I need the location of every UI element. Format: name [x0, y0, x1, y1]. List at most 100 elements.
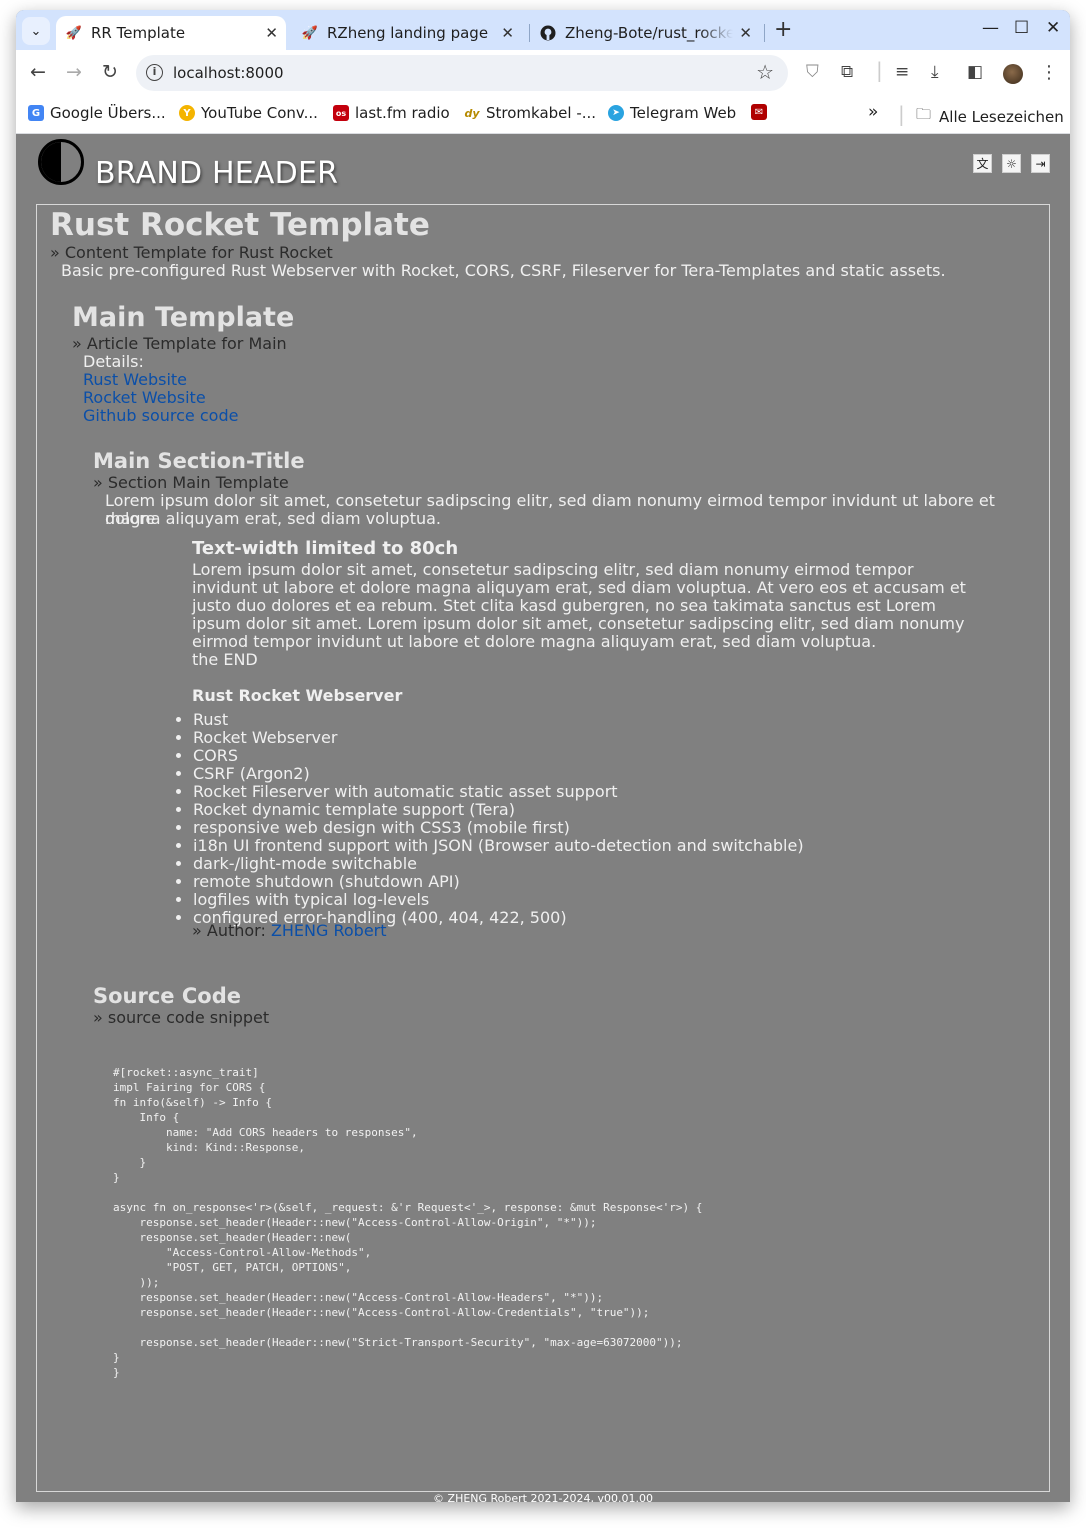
close-window-button[interactable]: ✕ [1046, 18, 1060, 38]
section-paragraph-line: magna aliquyam erat, sed diam voluptua. [105, 509, 441, 528]
all-bookmarks-button[interactable]: 🗀 Alle Lesezeichen [916, 104, 1064, 129]
source-code-title: Source Code [93, 984, 241, 1008]
minimize-button[interactable]: — [982, 18, 999, 38]
browser-toolbar: ← → ↻ i localhost:8000 ☆ ⛉ ⧉ | ≡ ⤓ ◧ ⋮ [16, 50, 1070, 96]
list-item: Rocket Webserver [193, 729, 804, 747]
profile-avatar[interactable] [1003, 64, 1023, 84]
bookmark-lastfm[interactable]: os last.fm radio [333, 104, 450, 122]
github-favicon-icon [540, 25, 556, 41]
toolbar-divider: | [876, 58, 883, 82]
tab-title: RR Template [91, 24, 186, 42]
shield-extension-icon[interactable]: ⛉ [806, 62, 819, 82]
web-page: BRAND HEADER 文 ☼ ⇥ Rust Rocket Template … [16, 134, 1070, 1502]
bookmark-stromkabel[interactable]: dy Stromkabel -... [464, 104, 596, 122]
bookmark-mail[interactable]: ✉ [751, 104, 773, 120]
list-item: Rust [193, 711, 804, 729]
footer-copyright: © ZHENG Robert 2021-2024, v00.01.00 [433, 1492, 653, 1502]
code-snippet: #[rocket::async_trait] impl Fairing for … [113, 1066, 703, 1379]
list-item: remote shutdown (shutdown API) [193, 873, 804, 891]
new-tab-button[interactable]: + [774, 18, 792, 42]
list-item: logfiles with typical log-levels [193, 891, 804, 909]
bookmark-label: YouTube Conv... [201, 104, 318, 122]
content-container: Rust Rocket Template » Content Template … [36, 204, 1050, 1492]
tab-title: RZheng landing page [327, 24, 489, 42]
bookmark-label: Telegram Web [630, 104, 737, 122]
tab-search-button[interactable]: ⌄ [22, 17, 50, 45]
tab-strip: ⌄ 🚀 RR Template ✕ 🚀 RZheng landing page … [16, 10, 1070, 50]
bookmark-google-translate[interactable]: G Google Übers... [28, 104, 166, 122]
close-tab-icon[interactable]: ✕ [739, 24, 752, 42]
textwidth-line: invidunt ut labore et dolore magna aliqu… [192, 578, 966, 597]
section-title: Main Section-Title [93, 449, 305, 473]
details-label: Details: [83, 352, 144, 371]
bookmarks-divider: | [898, 102, 905, 126]
chevron-down-icon: ⌄ [30, 23, 42, 39]
forward-arrow-icon[interactable]: → [66, 61, 82, 83]
list-item: dark-/light-mode switchable [193, 855, 804, 873]
source-breadcrumb: » source code snippet [93, 1008, 270, 1027]
site-info-icon[interactable]: i [146, 64, 163, 81]
close-tab-icon[interactable]: ✕ [501, 24, 514, 42]
browser-window: ⌄ 🚀 RR Template ✕ 🚀 RZheng landing page … [16, 10, 1070, 1502]
list-item: i18n UI frontend support with JSON (Brow… [193, 837, 804, 855]
contrast-logo-icon[interactable] [38, 139, 84, 185]
list-item: CORS [193, 747, 804, 765]
github-source-link[interactable]: Github source code [83, 406, 238, 425]
tab-rzheng-landing[interactable]: 🚀 RZheng landing page ✕ [292, 16, 522, 50]
content-breadcrumb: » Content Template for Rust Rocket [50, 243, 333, 262]
section-breadcrumb: » Section Main Template [93, 473, 289, 492]
translate-icon[interactable]: 文 [973, 154, 992, 173]
maximize-button[interactable]: ☐ [1014, 18, 1029, 38]
main-breadcrumb: » Article Template for Main [72, 334, 287, 353]
address-bar[interactable]: i localhost:8000 ☆ [136, 55, 788, 91]
list-item: Rocket Fileserver with automatic static … [193, 783, 804, 801]
textwidth-line: justo duo dolores et ea rebum. Stet clit… [192, 596, 936, 615]
rocket-favicon-icon: 🚀 [65, 25, 83, 41]
brand-header: BRAND HEADER [95, 156, 339, 191]
feature-list: Rust Rocket Webserver CORS CSRF (Argon2)… [193, 711, 804, 927]
bookmarks-overflow-button[interactable]: » [868, 102, 878, 122]
list-item: Rocket dynamic template support (Tera) [193, 801, 804, 819]
google-translate-icon: G [28, 105, 44, 121]
author-line: » Author: ZHENG Robert [192, 921, 387, 940]
page-title: Rust Rocket Template [50, 207, 430, 243]
all-bookmarks-label: Alle Lesezeichen [939, 107, 1064, 126]
webserver-title: Rust Rocket Webserver [192, 686, 403, 705]
extensions-puzzle-icon[interactable]: ⧉ [841, 62, 853, 82]
side-panel-icon[interactable]: ◧ [967, 62, 983, 82]
tab-github-rust-rocket[interactable]: Zheng-Bote/rust_rocket ✕ [530, 16, 760, 50]
url-text[interactable]: localhost:8000 [173, 64, 284, 82]
youtube-converter-icon: Y [179, 105, 195, 121]
bookmark-label: Google Übers... [50, 104, 166, 122]
main-template-title: Main Template [72, 302, 295, 333]
author-prefix: » Author: [192, 921, 271, 940]
rocket-website-link[interactable]: Rocket Website [83, 388, 206, 407]
textwidth-line: ipsum dolor sit amet. Lorem ipsum dolor … [192, 614, 965, 633]
list-item: responsive web design with CSS3 (mobile … [193, 819, 804, 837]
stromkabel-icon: dy [464, 105, 480, 121]
download-icon[interactable]: ⤓ [931, 62, 939, 82]
tab-title: Zheng-Bote/rust_rocket [565, 24, 733, 42]
rocket-favicon-icon: 🚀 [301, 25, 319, 41]
rust-website-link[interactable]: Rust Website [83, 370, 187, 389]
tab-rr-template[interactable]: 🚀 RR Template ✕ [56, 16, 286, 50]
logout-icon[interactable]: ⇥ [1031, 154, 1050, 173]
lastfm-icon: os [333, 105, 349, 121]
bookmark-telegram[interactable]: ➤ Telegram Web [608, 104, 736, 122]
content-description: Basic pre-configured Rust Webserver with… [61, 261, 946, 280]
bookmark-youtube-conv[interactable]: Y YouTube Conv... [179, 104, 318, 122]
list-item: CSRF (Argon2) [193, 765, 804, 783]
folder-icon: 🗀 [916, 105, 932, 123]
textwidth-line: eirmod tempor invidunt ut labore et dolo… [192, 632, 877, 651]
back-arrow-icon[interactable]: ← [30, 61, 46, 83]
author-link[interactable]: ZHENG Robert [271, 921, 387, 940]
tab-separator [764, 24, 765, 42]
bookmark-label: Stromkabel -... [486, 104, 597, 122]
telegram-icon: ➤ [608, 105, 624, 121]
media-queue-icon[interactable]: ≡ [895, 62, 909, 82]
reload-icon[interactable]: ↻ [102, 61, 118, 83]
bookmark-star-icon[interactable]: ☆ [756, 60, 774, 84]
close-tab-icon[interactable]: ✕ [265, 24, 278, 42]
sun-icon[interactable]: ☼ [1002, 154, 1021, 173]
menu-kebab-icon[interactable]: ⋮ [1040, 62, 1058, 83]
